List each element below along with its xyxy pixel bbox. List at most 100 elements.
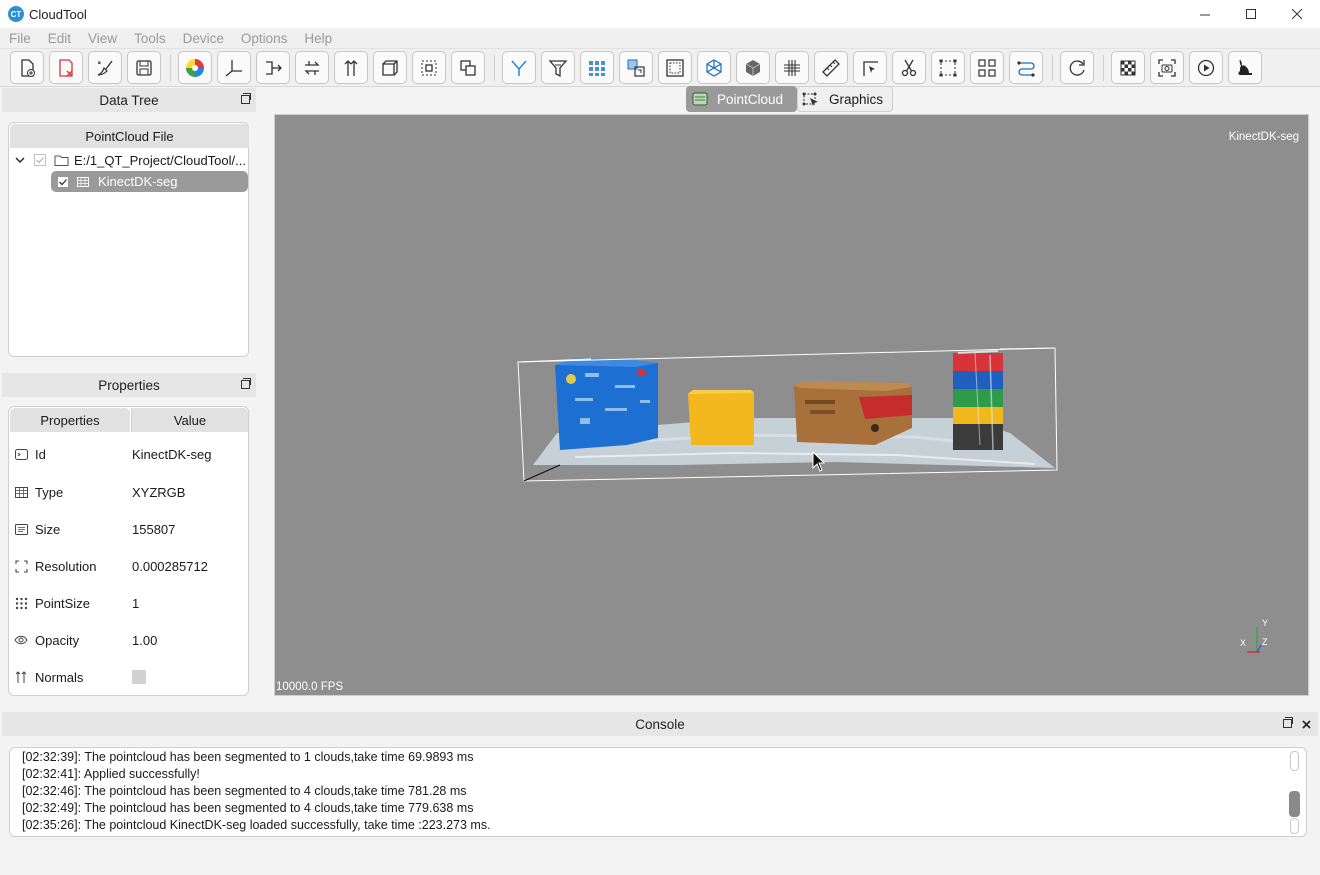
log-line: [02:32:41]: Applied successfully! xyxy=(22,767,200,781)
save-button[interactable] xyxy=(127,51,161,84)
refresh-button[interactable] xyxy=(1060,51,1094,84)
convert-button[interactable] xyxy=(619,51,653,84)
voxel-button[interactable] xyxy=(658,51,692,84)
merge-button[interactable] xyxy=(256,51,290,84)
log-line: [02:32:46]: The pointcloud has been segm… xyxy=(22,784,467,798)
float-dock-icon[interactable] xyxy=(241,93,251,104)
normals-icon xyxy=(14,670,28,684)
float-dock-icon[interactable] xyxy=(1283,717,1293,728)
rabbit-icon xyxy=(1238,59,1252,75)
menu-tools[interactable]: Tools xyxy=(125,31,174,46)
folder-checkbox[interactable] xyxy=(34,154,46,166)
toolbar-separator xyxy=(1052,55,1053,81)
pointcloud-tab-icon xyxy=(692,92,708,106)
maximize-button[interactable] xyxy=(1228,0,1274,28)
clean-button[interactable] xyxy=(88,51,122,84)
menu-edit[interactable]: Edit xyxy=(39,31,79,46)
duplicate-button[interactable] xyxy=(451,51,485,84)
clean-icon xyxy=(97,60,113,76)
prop-value: 0.000285712 xyxy=(132,558,208,574)
menu-file[interactable]: File xyxy=(0,31,39,46)
prop-value: KinectDK-seg xyxy=(132,446,212,462)
close-window-button[interactable] xyxy=(1274,0,1320,28)
tab-graphics[interactable]: Graphics xyxy=(797,86,893,112)
prop-value: XYZRGB xyxy=(132,484,186,500)
axis-button[interactable] xyxy=(217,51,251,84)
prop-name: Normals xyxy=(35,669,84,685)
normals-checkbox[interactable] xyxy=(132,670,146,684)
grid-icon xyxy=(589,60,605,76)
scrollbar-up[interactable] xyxy=(1290,751,1299,771)
minimize-button[interactable] xyxy=(1182,0,1228,28)
menu-view[interactable]: View xyxy=(79,31,125,46)
chevron-down-icon[interactable] xyxy=(14,154,26,166)
cut-icon xyxy=(901,59,917,76)
item-checkbox[interactable] xyxy=(57,175,69,188)
tab-pointcloud[interactable]: PointCloud xyxy=(686,86,797,112)
segment-button[interactable] xyxy=(970,51,1004,84)
merge-icon xyxy=(266,60,282,75)
convert-icon xyxy=(627,59,645,77)
tree-item-selected[interactable]: KinectDK-seg xyxy=(51,171,248,192)
pick-icon xyxy=(863,60,878,76)
prop-value[interactable]: 1 xyxy=(132,596,139,611)
fps-counter: 10000.0 FPS xyxy=(276,681,344,693)
funnel-button[interactable] xyxy=(541,51,575,84)
path-button[interactable] xyxy=(1009,51,1043,84)
cube-button[interactable] xyxy=(736,51,770,84)
graphics-tab-icon xyxy=(802,92,818,106)
screenshot-icon xyxy=(1158,58,1176,77)
tree-folder-row[interactable]: E:/1_QT_Project/CloudTool/... xyxy=(14,150,246,170)
pick-button[interactable] xyxy=(853,51,887,84)
console-dock-title: Console xyxy=(2,712,1318,736)
play-button[interactable] xyxy=(1189,51,1223,84)
checkmark-icon xyxy=(36,157,44,164)
normals-icon xyxy=(344,59,358,76)
properties-title: Properties xyxy=(98,377,160,393)
toolbar xyxy=(0,49,1320,87)
scrollbar-thumb[interactable] xyxy=(1289,791,1300,817)
float-dock-icon[interactable] xyxy=(241,378,251,389)
normals-button[interactable] xyxy=(334,51,368,84)
minimize-icon xyxy=(1199,14,1210,15)
delete-button[interactable] xyxy=(49,51,83,84)
striped-cylinder xyxy=(953,350,1003,451)
toolbar-separator xyxy=(494,55,495,81)
prop-name: Type xyxy=(35,484,64,500)
color-button[interactable] xyxy=(178,51,212,84)
transform-button[interactable] xyxy=(295,51,329,84)
checkerboard-icon xyxy=(1120,60,1136,75)
prop-name: Resolution xyxy=(35,558,97,574)
crop-button[interactable] xyxy=(412,51,446,84)
bounding-box-button[interactable] xyxy=(373,51,407,84)
checkerboard-button[interactable] xyxy=(1111,51,1145,84)
console-log: [02:32:39]: The pointcloud has been segm… xyxy=(9,747,1307,837)
menu-options[interactable]: Options xyxy=(232,31,296,46)
cube-icon xyxy=(745,59,761,76)
play-icon xyxy=(1197,59,1215,76)
voxel-icon xyxy=(666,58,684,77)
rabbit-button[interactable] xyxy=(1228,51,1262,84)
title-bar: CT CloudTool xyxy=(0,0,1320,28)
cut-button[interactable] xyxy=(892,51,926,84)
menu-help[interactable]: Help xyxy=(295,31,340,46)
table-icon xyxy=(14,485,28,499)
3d-viewport[interactable]: KinectDK-seg Y X Z 10000.0 FPS xyxy=(274,114,1309,696)
scrollbar-down[interactable] xyxy=(1290,818,1299,834)
grid-button[interactable] xyxy=(580,51,614,84)
console-title: Console xyxy=(635,716,685,732)
ruler-button[interactable] xyxy=(814,51,848,84)
screenshot-button[interactable] xyxy=(1150,51,1184,84)
menu-device[interactable]: Device xyxy=(174,31,232,46)
prop-value[interactable]: 1.00 xyxy=(132,633,157,648)
filter-y-button[interactable] xyxy=(502,51,536,84)
filter-y-icon xyxy=(511,60,527,76)
prop-row-resolution: Resolution 0.000285712 xyxy=(9,556,247,576)
close-console-icon[interactable] xyxy=(1302,720,1311,729)
new-file-icon xyxy=(21,58,35,77)
hash-grid-button[interactable] xyxy=(775,51,809,84)
select-rect-button[interactable] xyxy=(931,51,965,84)
new-file-button[interactable] xyxy=(10,51,44,84)
app-logo-icon: CT xyxy=(8,6,24,22)
mesh-button[interactable] xyxy=(697,51,731,84)
